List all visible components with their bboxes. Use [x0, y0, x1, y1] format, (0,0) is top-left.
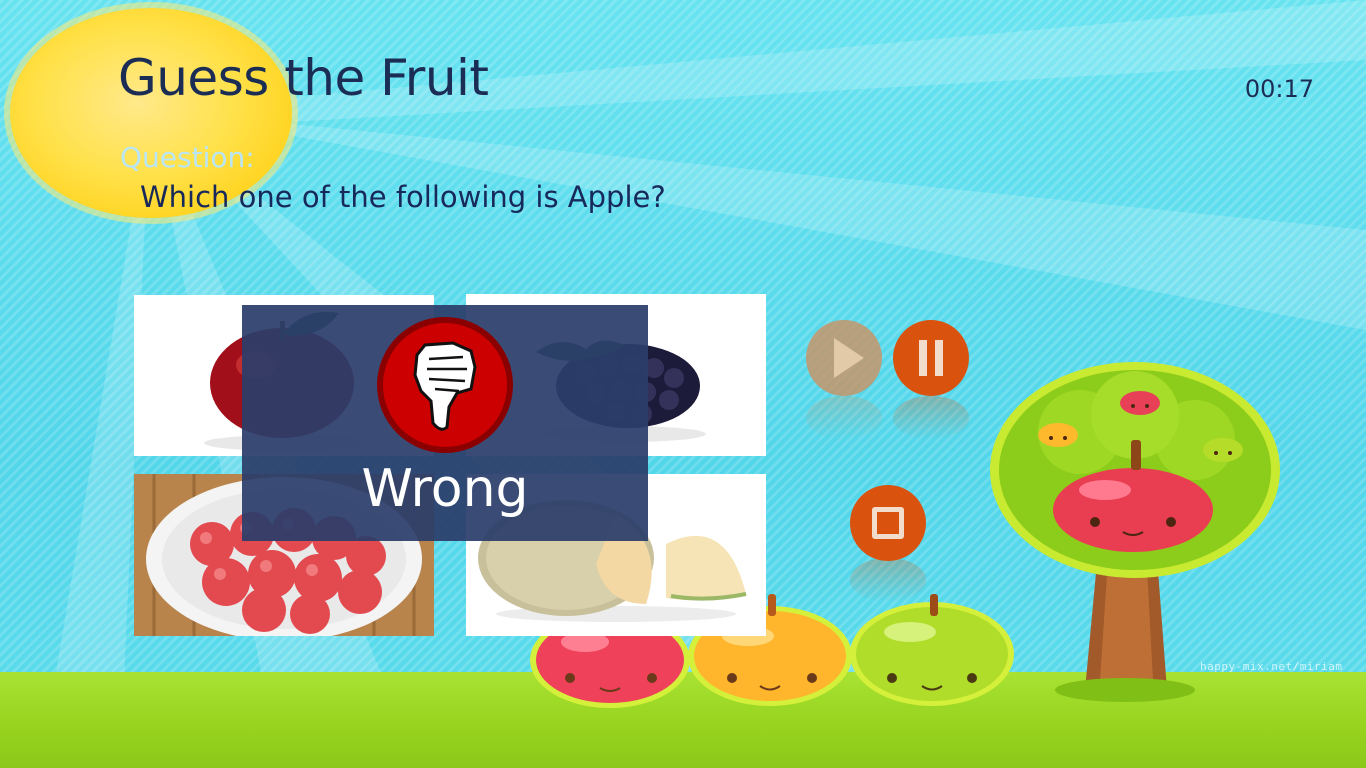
stop-icon	[850, 485, 926, 561]
background-credit: happy-mix.net/miriam	[1200, 660, 1343, 673]
question-text: Which one of the following is Apple?	[140, 180, 666, 214]
page-title: Guess the Fruit	[118, 49, 489, 107]
pause-icon	[893, 320, 969, 396]
timer: 00:17	[1244, 75, 1314, 103]
play-icon	[806, 320, 882, 396]
apple-tree	[990, 362, 1280, 702]
thumbs-down-icon	[377, 317, 513, 453]
stop-button-reflection	[848, 558, 928, 608]
play-button[interactable]	[804, 318, 884, 398]
question-label: Question:	[120, 141, 255, 174]
feedback-overlay: Wrong	[242, 305, 648, 541]
play-button-reflection	[804, 396, 884, 446]
feedback-text: Wrong	[361, 459, 529, 519]
stop-button[interactable]	[848, 483, 928, 563]
pause-button[interactable]	[891, 318, 971, 398]
pause-button-reflection	[891, 396, 971, 446]
